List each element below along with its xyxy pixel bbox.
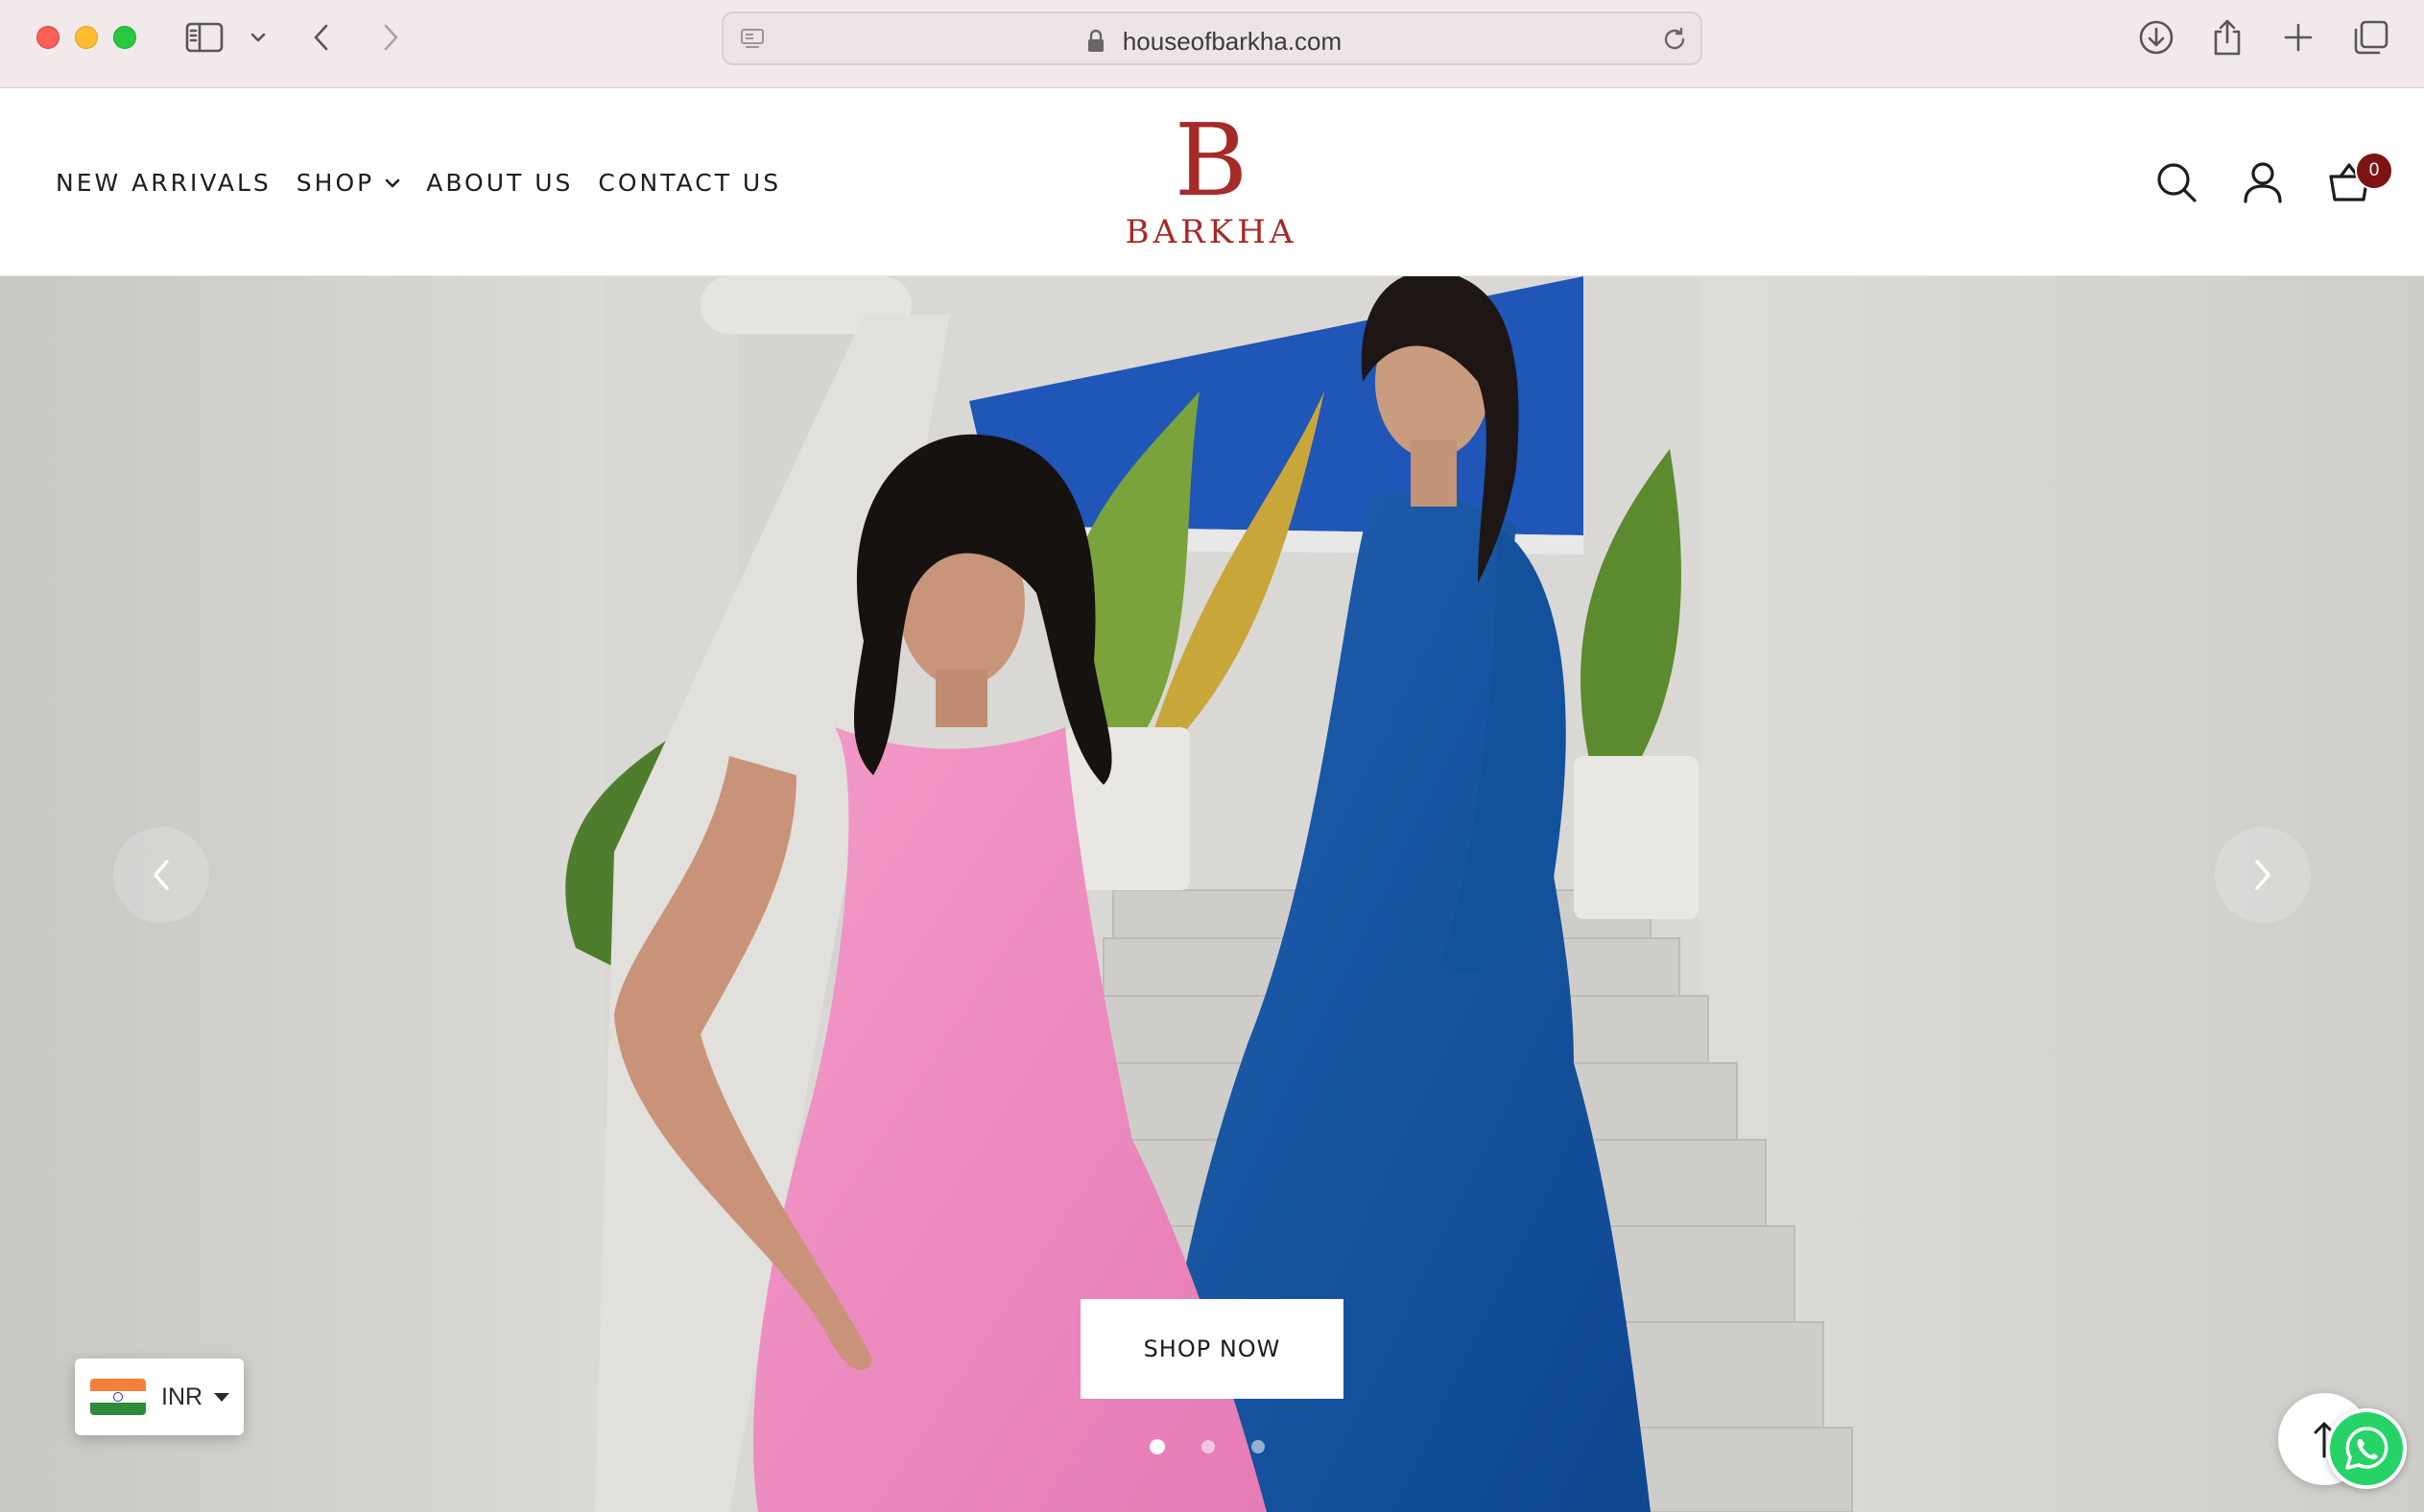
logo-mark: B (1174, 102, 1248, 219)
zoom-window-button[interactable] (113, 26, 136, 49)
slider-pagination (1150, 1439, 1265, 1454)
download-icon[interactable] (2134, 15, 2178, 59)
slide-dot-3[interactable] (1251, 1440, 1265, 1453)
whatsapp-icon (2345, 1427, 2388, 1470)
tabs-overview-icon[interactable] (2349, 15, 2393, 59)
reload-icon[interactable] (1660, 25, 1689, 59)
whatsapp-chat-button[interactable] (2326, 1408, 2407, 1489)
close-window-button[interactable] (36, 26, 59, 49)
search-icon[interactable] (2151, 157, 2201, 207)
nav-shop-label: SHOP (296, 169, 375, 197)
india-flag-icon (90, 1379, 146, 1415)
chevron-left-icon (154, 860, 169, 890)
shop-now-button[interactable]: SHOP NOW (1081, 1299, 1343, 1399)
chevron-down-icon (384, 177, 401, 189)
logo-text: BARKHA (1125, 213, 1297, 251)
new-tab-icon[interactable] (2276, 15, 2320, 59)
hero-slider: SHOP NOW (0, 276, 2424, 1512)
chevron-right-icon (2255, 860, 2270, 890)
address-bar[interactable]: houseofbarkha.com (722, 12, 1702, 65)
share-icon[interactable] (2205, 15, 2249, 59)
forward-icon[interactable] (368, 15, 413, 59)
currency-code: INR (161, 1382, 203, 1410)
slide-dot-2[interactable] (1201, 1440, 1215, 1453)
caret-down-icon (214, 1392, 230, 1402)
nav-shop[interactable]: SHOP (297, 169, 401, 197)
account-icon[interactable] (2238, 157, 2288, 207)
sidebar-icon[interactable] (182, 15, 226, 59)
back-icon[interactable] (299, 15, 344, 59)
nav-about-us[interactable]: ABOUT US (426, 169, 573, 197)
chevron-down-icon[interactable] (236, 15, 280, 59)
nav-new-arrivals[interactable]: NEW ARRIVALS (56, 169, 272, 197)
browser-toolbar: houseofbarkha.com (0, 0, 2424, 88)
cart-count-badge: 0 (2355, 152, 2393, 190)
nav-contact-us[interactable]: CONTACT US (598, 169, 781, 197)
minimize-window-button[interactable] (75, 26, 98, 49)
slide-dot-1[interactable] (1150, 1439, 1165, 1454)
url-text[interactable]: houseofbarkha.com (724, 27, 1700, 57)
hero-prev-button[interactable] (113, 827, 209, 923)
currency-selector[interactable]: INR (75, 1358, 244, 1435)
site-header: NEW ARRIVALS SHOP ABOUT US CONTACT US B … (0, 88, 2424, 276)
hero-next-button[interactable] (2215, 827, 2311, 923)
brand-logo[interactable]: B BARKHA (1113, 109, 1309, 253)
main-nav: NEW ARRIVALS SHOP ABOUT US CONTACT US (56, 169, 806, 197)
